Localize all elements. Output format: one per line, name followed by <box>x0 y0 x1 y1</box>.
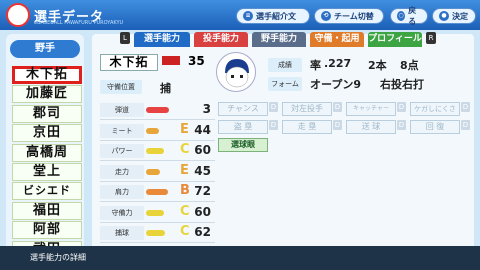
stat-bar <box>146 189 168 195</box>
stat-row: 守備力 C 60 <box>100 203 215 223</box>
ability-cell[interactable]: 対左投手 D <box>282 102 342 116</box>
stat-bar <box>146 230 165 236</box>
ability-grid: チャンス D 対左投手 D キャッチャー D ケガしにくさ D 盗 塁D 走 塁D 送 … <box>218 102 470 152</box>
throw-bat-hand: 右投右打 <box>380 78 424 91</box>
special-ability-row: 選球眼 <box>218 138 470 152</box>
tab-player-ability[interactable]: 選手能力 <box>134 32 190 47</box>
player-item[interactable]: 阿部 <box>12 221 82 240</box>
stat-bar <box>146 127 159 134</box>
position-label: 守備位置 <box>100 80 142 94</box>
team-flag-icon <box>162 56 180 65</box>
back-button[interactable]: ○ 戻る <box>390 6 428 26</box>
stat-label: 肩力 <box>100 185 144 199</box>
team-switch-button[interactable]: ⟲ チーム切替 <box>314 8 384 24</box>
player-item[interactable]: 京田 <box>12 124 82 143</box>
stat-grade: C <box>180 224 190 239</box>
tab-profile[interactable]: プロフィール <box>368 32 422 47</box>
tab-fielder-ability[interactable]: 野手能力 <box>252 32 306 47</box>
position-value: 捕 <box>160 82 171 95</box>
stat-value: 62 <box>194 225 211 239</box>
stat-label: 捕球 <box>100 226 144 240</box>
stat-value: 72 <box>194 184 211 198</box>
avg-label: 率 <box>310 59 321 72</box>
stat-value: 60 <box>194 143 211 157</box>
ability-cell[interactable]: チャンス D <box>218 102 278 116</box>
stat-grade: E <box>180 162 189 178</box>
player-item[interactable]: ビシエド <box>12 182 82 201</box>
switch-key-icon: ⟲ <box>321 11 331 21</box>
ability-cell[interactable]: 送 球D <box>346 120 406 134</box>
player-item[interactable]: 木下拓 <box>12 66 82 84</box>
stat-row: 弾道 3 <box>100 100 215 120</box>
stat-row: 走力 E 45 <box>100 162 215 182</box>
ability-cell[interactable]: 走 塁D <box>282 120 342 134</box>
stat-label: 弾道 <box>100 103 144 117</box>
player-item[interactable]: 福田 <box>12 201 82 220</box>
stat-bar <box>146 107 169 113</box>
game-subtitle: eBASEBALL PAWAFURU PUROYAKYU <box>34 20 124 26</box>
stat-row: ミート E 44 <box>100 121 215 141</box>
stat-grade: E <box>180 121 189 137</box>
player-item[interactable]: 加藤匠 <box>12 85 82 104</box>
player-item[interactable]: 郡司 <box>12 104 82 123</box>
batting-form: オープン9 <box>310 78 361 91</box>
stat-bar <box>146 148 164 154</box>
form-label: フォーム <box>268 77 302 91</box>
stat-label: 走力 <box>100 164 144 179</box>
menu-key-icon: ≡ <box>243 11 253 21</box>
stat-label: パワー <box>100 144 144 158</box>
stat-value: 44 <box>194 122 211 137</box>
ability-cell[interactable]: キャッチャー D <box>346 102 406 116</box>
stat-grade: B <box>180 183 190 198</box>
confirm-key-icon: ● <box>439 11 449 21</box>
stat-row: 捕球 C 62 <box>100 223 215 243</box>
stat-grade: C <box>180 203 190 219</box>
footer-hint: 選手能力の詳細 <box>0 246 480 270</box>
special-ability[interactable]: 選球眼 <box>218 138 268 152</box>
home-runs: 2本 <box>368 59 387 72</box>
player-list: 木下拓 加藤匠 郡司 京田 高橋周 堂上 ビシエド 福田 阿部 武田 <box>12 66 82 260</box>
ability-cell[interactable]: ケガしにくさ D <box>410 102 470 116</box>
ability-cell[interactable]: 回 復D <box>410 120 470 134</box>
stat-value: 3 <box>202 102 211 116</box>
stat-value: 45 <box>194 163 211 178</box>
tab-pitcher-ability[interactable]: 投手能力 <box>194 32 248 47</box>
player-item[interactable]: 高橋周 <box>12 143 82 162</box>
ability-cell[interactable]: 盗 塁D <box>218 120 278 134</box>
stat-value: 60 <box>194 204 211 219</box>
team-logo <box>6 3 30 27</box>
stat-label: 守備力 <box>100 205 144 220</box>
player-avatar <box>216 52 256 92</box>
player-item[interactable]: 堂上 <box>12 162 82 181</box>
stat-bar <box>146 168 160 175</box>
stat-label: ミート <box>100 123 144 138</box>
stat-row: 肩力 B 72 <box>100 182 215 202</box>
stat-grade: C <box>180 142 190 157</box>
uniform-number: 35 <box>188 54 205 68</box>
rbi: 8点 <box>400 59 419 72</box>
circle-key-icon: ○ <box>397 11 406 21</box>
player-name: 木下拓 <box>100 54 158 71</box>
tab-defense-usage[interactable]: 守備・起用 <box>310 32 364 47</box>
tab-right-key-icon[interactable]: R <box>426 32 436 44</box>
sidebar-heading: 野手 <box>10 40 80 58</box>
tab-left-key-icon[interactable]: L <box>120 32 130 44</box>
ability-row-2: 盗 塁D 走 塁D 送 球D 回 復D <box>218 120 470 134</box>
player-intro-button[interactable]: ≡ 選手紹介文 <box>236 8 310 24</box>
record-label: 成績 <box>268 58 302 72</box>
stat-bar <box>146 209 164 216</box>
stat-row: パワー C 60 <box>100 141 215 161</box>
batting-average: .227 <box>324 57 352 70</box>
confirm-button[interactable]: ● 決定 <box>432 8 476 24</box>
ability-row-1: チャンス D 対左投手 D キャッチャー D ケガしにくさ D <box>218 102 470 116</box>
